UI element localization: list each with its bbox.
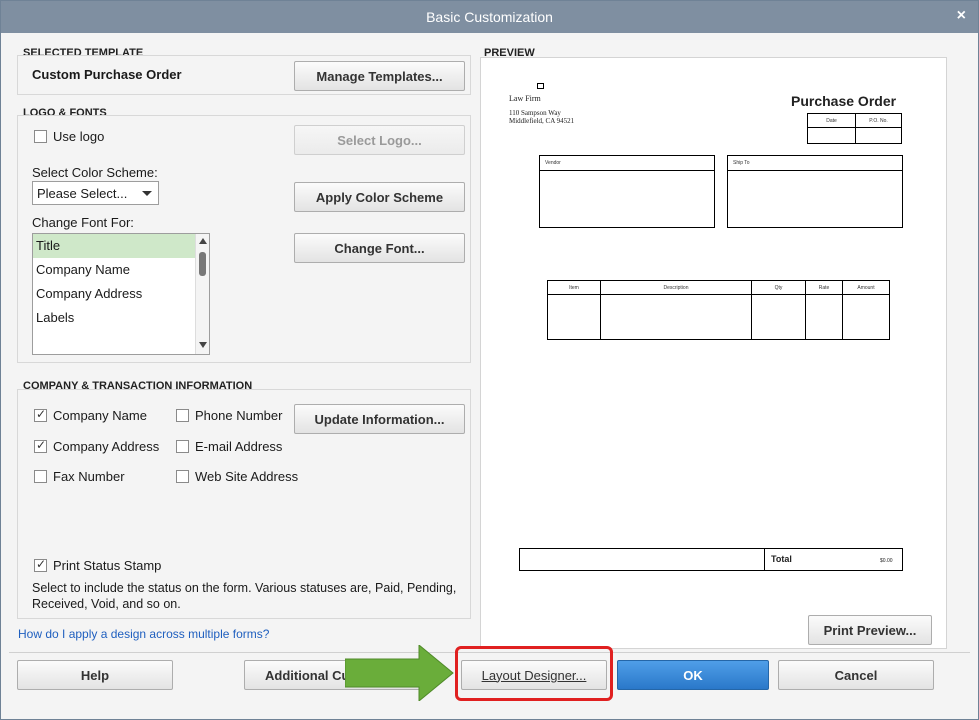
help-link[interactable]: How do I apply a design across multiple …: [18, 627, 269, 641]
change-font-for-label: Change Font For:: [32, 215, 134, 230]
template-name: Custom Purchase Order: [32, 67, 182, 82]
change-font-button[interactable]: Change Font...: [294, 233, 465, 263]
chevron-down-icon: [142, 191, 152, 196]
preview-vendor-box: Vendor: [539, 155, 715, 228]
layout-designer-button[interactable]: Layout Designer...: [461, 660, 607, 690]
preview-col-item: Item: [569, 285, 579, 291]
preview-form-title: Purchase Order: [791, 93, 897, 109]
divider: [540, 170, 714, 171]
font-target-list[interactable]: Title Company Name Company Address Label…: [32, 233, 210, 355]
color-scheme-label: Select Color Scheme:: [32, 165, 158, 180]
preview-total-box: Total $0.00: [519, 548, 903, 571]
preview-items-table: Item Description Qty Rate Amount: [547, 280, 890, 340]
divider: [728, 170, 902, 171]
fax-number-box[interactable]: [34, 470, 47, 483]
company-name-label: Company Name: [53, 408, 147, 423]
basic-customization-dialog: Basic Customization × SELECTED TEMPLATE …: [0, 0, 979, 720]
phone-number-box[interactable]: [176, 409, 189, 422]
company-address-label: Company Address: [53, 439, 160, 454]
preview-address-1: 110 Sampson Way: [509, 109, 561, 117]
web-site-label: Web Site Address: [195, 469, 299, 484]
logo-placeholder-icon: [537, 83, 544, 89]
preview-total-value: $0.00: [880, 558, 893, 564]
font-list-scrollbar[interactable]: [195, 234, 209, 354]
company-name-box[interactable]: [34, 407, 47, 422]
preview-col-qty: Qty: [774, 285, 783, 291]
close-icon[interactable]: ×: [957, 7, 966, 25]
font-item-title[interactable]: Title: [33, 234, 195, 258]
preview-date-po-box: Date P.O. No.: [807, 113, 902, 144]
select-logo-button[interactable]: Select Logo...: [294, 125, 465, 155]
green-arrow-annotation-icon: [345, 645, 454, 701]
manage-templates-button[interactable]: Manage Templates...: [294, 61, 465, 91]
scroll-up-icon[interactable]: [199, 238, 207, 244]
preview-col-description: Description: [663, 285, 689, 291]
divider: [808, 127, 901, 128]
preview-col-rate: Rate: [818, 285, 830, 291]
preview-company-name: Law Firm: [509, 94, 541, 103]
color-scheme-value: Please Select...: [37, 185, 128, 201]
use-logo-box[interactable]: [34, 130, 47, 143]
dialog-title: Basic Customization: [426, 9, 553, 25]
print-preview-button[interactable]: Print Preview...: [808, 615, 932, 645]
preview-col-amount: Amount: [857, 285, 875, 291]
preview-date-label: Date: [826, 118, 837, 124]
apply-color-scheme-button[interactable]: Apply Color Scheme: [294, 182, 465, 212]
preview-ship-to-box: Ship To: [727, 155, 903, 228]
preview-vendor-label: Vendor: [545, 160, 561, 166]
footer-divider: [9, 652, 970, 653]
preview-po-label: P.O. No.: [869, 118, 888, 124]
preview-address-2: Middlefield, CA 94521: [509, 117, 575, 125]
web-site-box[interactable]: [176, 470, 189, 483]
phone-number-checkbox[interactable]: Phone Number: [176, 408, 282, 423]
scroll-thumb[interactable]: [199, 252, 206, 276]
cancel-button[interactable]: Cancel: [778, 660, 934, 690]
web-site-checkbox[interactable]: Web Site Address: [176, 469, 298, 484]
use-logo-label: Use logo: [53, 129, 105, 144]
title-bar: Basic Customization ×: [1, 1, 978, 33]
status-description: Select to include the status on the form…: [32, 581, 457, 611]
help-button[interactable]: Help: [17, 660, 173, 690]
preview-total-label: Total: [771, 554, 792, 564]
email-address-label: E-mail Address: [195, 439, 283, 454]
color-scheme-select[interactable]: Please Select...: [32, 181, 159, 205]
use-logo-checkbox[interactable]: Use logo: [34, 129, 104, 144]
divider: [764, 549, 765, 570]
font-item-company-name[interactable]: Company Name: [33, 258, 195, 282]
scroll-down-icon[interactable]: [199, 342, 207, 348]
ok-button[interactable]: OK: [617, 660, 769, 690]
font-item-company-address[interactable]: Company Address: [33, 282, 195, 306]
print-status-box[interactable]: [34, 557, 47, 572]
company-address-box[interactable]: [34, 438, 47, 453]
fax-number-label: Fax Number: [53, 469, 125, 484]
update-information-button[interactable]: Update Information...: [294, 404, 465, 434]
phone-number-label: Phone Number: [195, 408, 283, 423]
email-address-box[interactable]: [176, 440, 189, 453]
form-preview: Law Firm 110 Sampson Way Middlefield, CA…: [480, 57, 947, 649]
print-status-label: Print Status Stamp: [53, 558, 162, 573]
font-item-labels[interactable]: Labels: [33, 306, 195, 330]
company-name-checkbox[interactable]: Company Name: [34, 407, 147, 423]
company-address-checkbox[interactable]: Company Address: [34, 438, 160, 454]
preview-ship-to-label: Ship To: [733, 160, 750, 166]
fax-number-checkbox[interactable]: Fax Number: [34, 469, 125, 484]
email-address-checkbox[interactable]: E-mail Address: [176, 439, 282, 454]
print-status-stamp-checkbox[interactable]: Print Status Stamp: [34, 557, 162, 573]
